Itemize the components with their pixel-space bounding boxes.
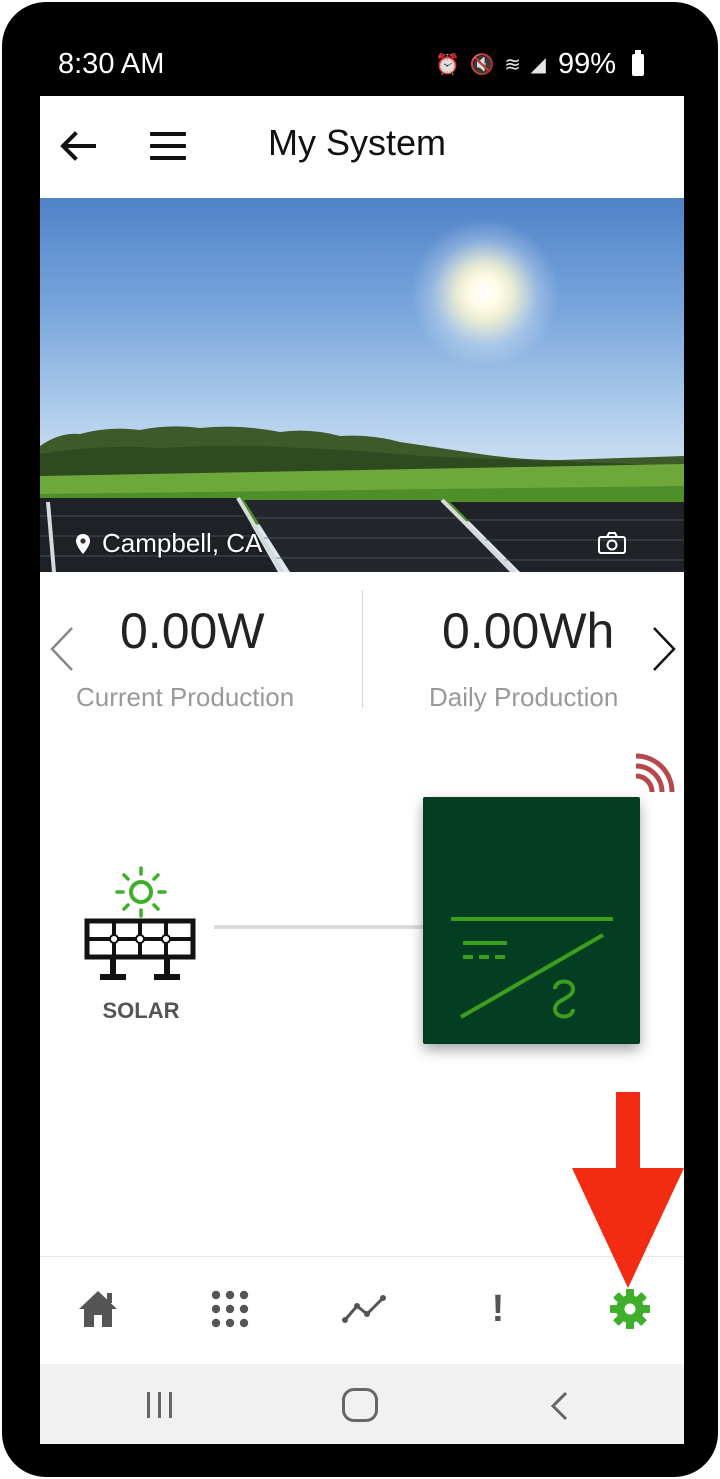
home-icon: [79, 1291, 117, 1327]
sun-icon: [115, 866, 167, 918]
hamburger-menu-icon[interactable]: [150, 132, 186, 160]
solar-label: SOLAR: [102, 998, 180, 1023]
android-back-icon[interactable]: [548, 1390, 570, 1422]
nav-alerts[interactable]: !: [476, 1287, 520, 1331]
status-bar: 8:30 AM ⏰ 🔇 ≋ ◢ 99%: [40, 42, 684, 96]
page-title: My System: [268, 122, 447, 163]
battery-percent: 99%: [557, 48, 616, 80]
alert-icon: !: [491, 1288, 505, 1330]
battery-icon: [632, 49, 644, 76]
nav-devices[interactable]: [208, 1287, 252, 1331]
status-right: ⏰ 🔇 ≋ ◢ 99%: [435, 48, 644, 81]
nav-settings[interactable]: [608, 1287, 652, 1331]
location-text: Campbell, CA: [102, 528, 263, 558]
solar-panel-icon[interactable]: [84, 918, 196, 986]
stats-divider: [362, 590, 363, 708]
inverter-icon: [451, 917, 613, 1019]
location-label: Campbell, CA: [76, 528, 262, 559]
status-icons: ⏰ 🔇 ≋ ◢: [435, 54, 548, 76]
app-header: My System: [40, 96, 684, 198]
map-pin-icon: [76, 533, 90, 554]
annotation-arrow: [572, 1092, 684, 1288]
production-stats: 0.00W Current Production 0.00Wh Daily Pr…: [40, 572, 684, 722]
daily-production-value: 0.00Wh: [442, 603, 615, 659]
recent-apps-icon[interactable]: [144, 1390, 176, 1420]
connection-signal-icon: [635, 753, 675, 793]
gear-icon: [610, 1289, 650, 1329]
back-arrow-icon[interactable]: [58, 126, 98, 166]
hero-image: Campbell, CA: [40, 198, 684, 572]
chevron-left-icon[interactable]: [48, 626, 74, 672]
camera-icon[interactable]: [598, 532, 626, 554]
status-time: 8:30 AM: [58, 48, 165, 80]
daily-production-label: Daily Production: [429, 682, 619, 712]
android-home-button[interactable]: [342, 1388, 378, 1422]
android-nav-bar: [40, 1364, 684, 1444]
current-production-value: 0.00W: [120, 603, 265, 659]
nav-charts[interactable]: [342, 1287, 386, 1331]
current-production-label: Current Production: [76, 682, 295, 712]
inverter-tile[interactable]: [423, 797, 640, 1044]
landscape-illustration: [40, 426, 684, 572]
chevron-right-icon[interactable]: [652, 626, 678, 672]
solar-inverter-connector: [214, 925, 423, 929]
grid-icon: [211, 1290, 249, 1328]
nav-home[interactable]: [76, 1287, 120, 1331]
line-chart-icon: [342, 1295, 386, 1323]
